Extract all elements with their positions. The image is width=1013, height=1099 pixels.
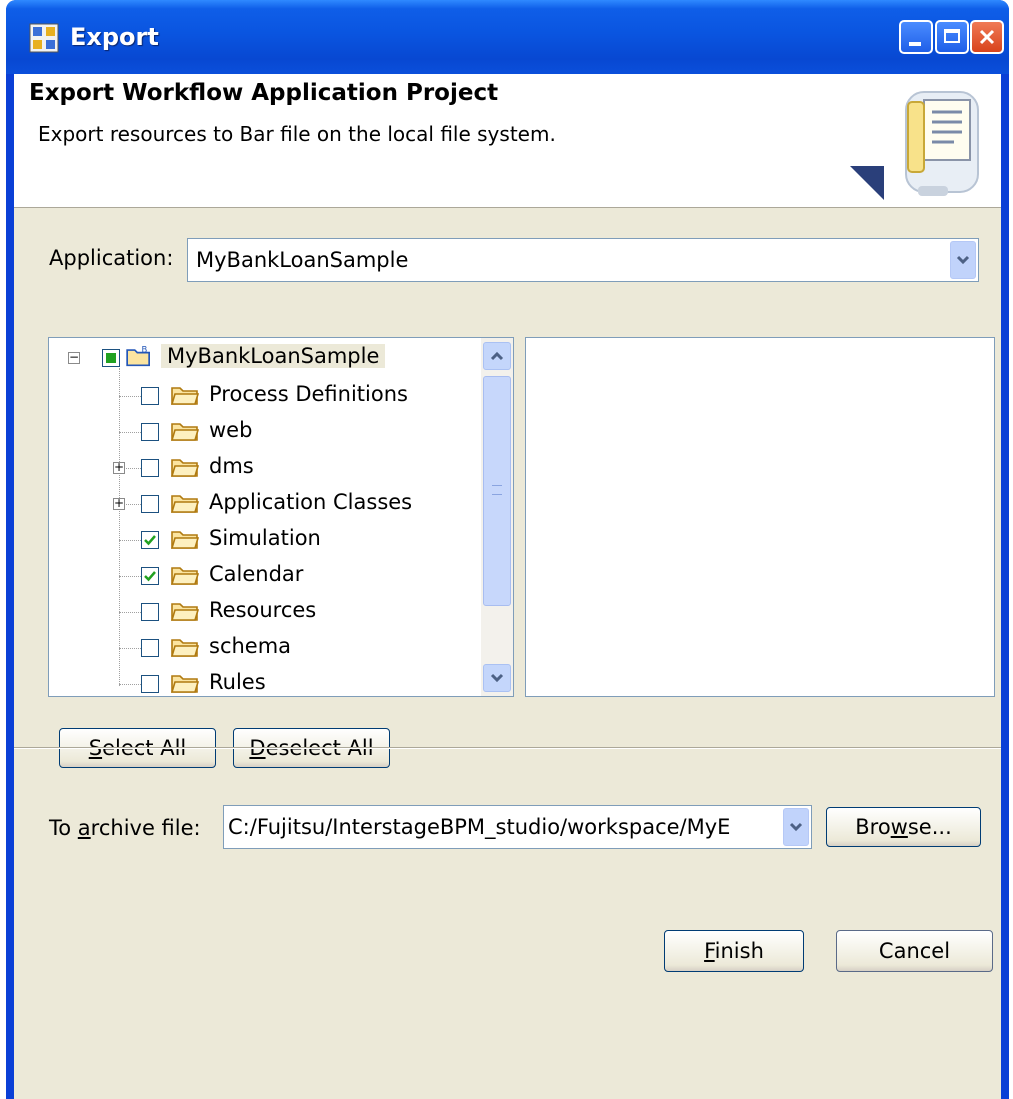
page-description: Export resources to Bar file on the loca…	[38, 122, 556, 146]
scroll-up-button[interactable]	[483, 342, 511, 370]
svg-text:B: B	[142, 345, 148, 355]
scroll-grip	[492, 485, 502, 495]
minimize-button[interactable]	[899, 20, 933, 54]
page-title: Export Workflow Application Project	[29, 80, 499, 106]
tree-item-row[interactable]: Rules	[49, 664, 479, 696]
dialog-client: Export Workflow Application Project Expo…	[14, 74, 1001, 1099]
application-value: MyBankLoanSample	[196, 248, 409, 272]
folder-icon	[171, 567, 199, 585]
project-folder-icon: B	[126, 345, 150, 367]
wizard-header: Export Workflow Application Project Expo…	[14, 74, 1001, 208]
folder-icon	[171, 603, 199, 621]
close-icon	[979, 29, 995, 45]
tree-item-row[interactable]: Resources	[49, 592, 479, 628]
tree-item-checkbox[interactable]	[141, 531, 159, 549]
export-app-icon	[29, 23, 59, 53]
chevron-up-icon	[490, 351, 504, 361]
application-dropdown-button[interactable]	[950, 241, 976, 279]
tree-guide-line	[119, 576, 141, 577]
tree-guide-line	[119, 432, 141, 433]
tree-item-row[interactable]: Simulation	[49, 520, 479, 556]
cancel-label: Cancel	[878, 939, 951, 963]
chevron-down-icon	[789, 822, 803, 832]
tree-vertical-scrollbar[interactable]	[481, 338, 513, 696]
scroll-down-button[interactable]	[483, 664, 511, 692]
partial-check-mark	[106, 353, 116, 363]
tree-guide-line	[119, 540, 141, 541]
export-dialog: Export Export Workflow Application Proje…	[6, 0, 1009, 1099]
archive-file-dropdown-button[interactable]	[783, 808, 809, 846]
folder-icon	[171, 531, 199, 549]
collapse-icon[interactable]: −	[68, 351, 80, 364]
folder-icon	[171, 423, 199, 441]
folder-icon	[171, 675, 199, 693]
export-wizard-icon	[850, 91, 979, 200]
tree-item-label: web	[209, 418, 253, 442]
tree-root-label: MyBankLoanSample	[161, 344, 386, 368]
tree-guide-line	[119, 612, 141, 613]
expand-icon[interactable]: +	[113, 461, 125, 474]
tree-item-checkbox[interactable]	[141, 567, 159, 585]
minimize-icon	[909, 42, 921, 46]
tree-item-label: Rules	[209, 670, 266, 694]
browse-label-start: Bro	[855, 815, 891, 839]
folder-icon	[171, 387, 199, 405]
maximize-button[interactable]	[935, 20, 969, 54]
folder-icon	[171, 639, 199, 657]
tree-item-row[interactable]: + dms	[49, 448, 479, 484]
tree-item-checkbox[interactable]	[141, 603, 159, 621]
check-mark-icon	[144, 535, 156, 546]
tree-item-label: Resources	[209, 598, 317, 622]
browse-button[interactable]: Browse...	[826, 807, 981, 847]
window-title: Export	[70, 23, 159, 51]
tree-item-label: Calendar	[209, 562, 304, 586]
tree-item-label: schema	[209, 634, 292, 658]
tree-item-label: Application Classes	[209, 490, 413, 514]
cancel-button[interactable]: Cancel	[836, 930, 993, 972]
tree-item-row[interactable]: web	[49, 412, 479, 448]
browse-label-end: se...	[907, 815, 952, 839]
tree-item-row[interactable]: Process Definitions	[49, 376, 479, 412]
finish-label: inish	[714, 939, 764, 963]
root-checkbox[interactable]	[102, 349, 120, 367]
title-bar[interactable]: Export	[6, 0, 1009, 74]
tree-guide-line	[119, 684, 141, 685]
archive-file-label: To archive file:	[49, 816, 201, 840]
archive-file-combo[interactable]: C:/Fujitsu/InterstageBPM_studio/workspac…	[223, 805, 812, 849]
tree-item-checkbox[interactable]	[141, 495, 159, 513]
browse-mnemonic: w	[890, 815, 908, 839]
tree-item-checkbox[interactable]	[141, 423, 159, 441]
archive-file-value: C:/Fujitsu/InterstageBPM_studio/workspac…	[228, 815, 731, 839]
tree-item-label: Process Definitions	[209, 382, 408, 406]
application-label: Application:	[49, 246, 174, 270]
scroll-thumb[interactable]	[483, 376, 511, 606]
tree-item-row[interactable]: schema	[49, 628, 479, 664]
tree-item-checkbox[interactable]	[141, 675, 159, 693]
finish-mnemonic: F	[704, 939, 715, 963]
resource-detail-list[interactable]	[525, 337, 995, 697]
tree-item-row[interactable]: + Application Classes	[49, 484, 479, 520]
resource-tree[interactable]: − B MyBankLoanSample Process Definitions…	[48, 337, 514, 697]
tree-item-checkbox[interactable]	[141, 459, 159, 477]
footer-separator	[14, 747, 1001, 749]
tree-guide-line	[119, 396, 141, 397]
tree-item-checkbox[interactable]	[141, 639, 159, 657]
tree-item-checkbox[interactable]	[141, 387, 159, 405]
tree-guide-line	[119, 648, 141, 649]
finish-button[interactable]: Finish	[664, 930, 804, 972]
tree-item-label: dms	[209, 454, 254, 478]
folder-icon	[171, 459, 199, 477]
chevron-down-icon	[490, 673, 504, 683]
tree-root-row[interactable]: − B MyBankLoanSample	[49, 340, 479, 376]
tree-item-label: Simulation	[209, 526, 321, 550]
expand-icon[interactable]: +	[113, 497, 125, 510]
folder-icon	[171, 495, 199, 513]
maximize-icon	[944, 29, 960, 43]
application-combo[interactable]: MyBankLoanSample	[187, 238, 979, 282]
chevron-down-icon	[956, 255, 970, 265]
tree-item-row[interactable]: Calendar	[49, 556, 479, 592]
close-button[interactable]	[970, 20, 1004, 54]
check-mark-icon	[144, 571, 156, 582]
